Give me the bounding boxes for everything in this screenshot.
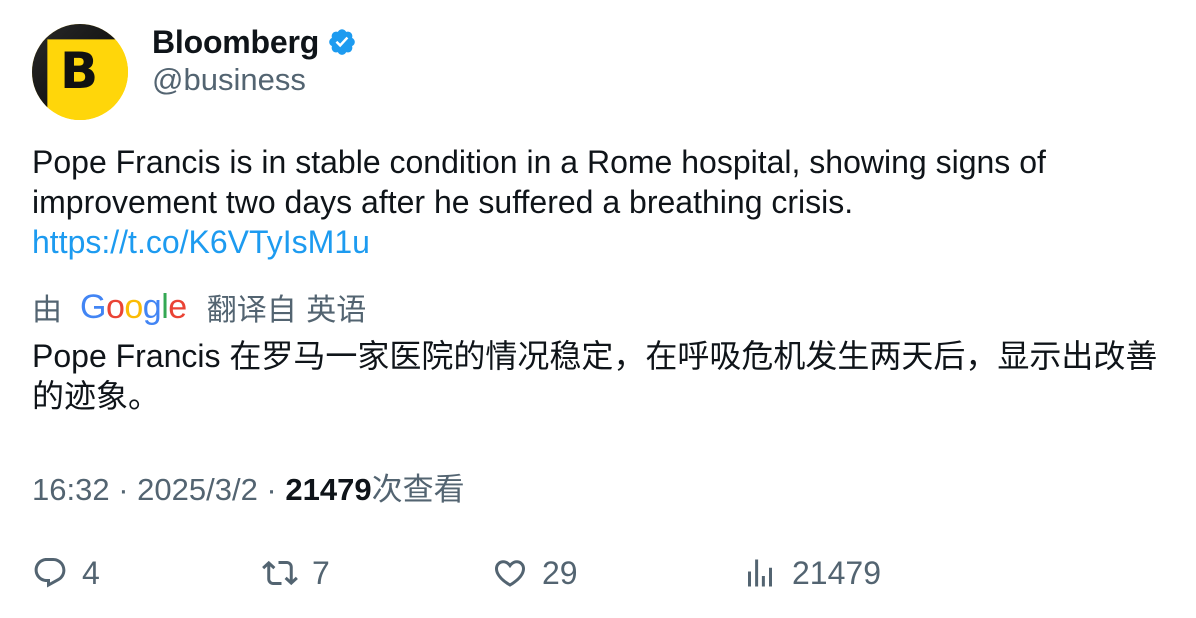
action-bar: 4 7 29 21479 xyxy=(0,548,1196,598)
tweet-date[interactable]: 2025/3/2 xyxy=(137,472,258,507)
translated-text-line: Pope Francis 在罗马一家医院的情况稳定，在呼吸危机发生两天后，显示出… xyxy=(32,338,1158,374)
reply-icon xyxy=(34,558,66,588)
retweet-icon xyxy=(262,560,298,586)
views-label: 次查看 xyxy=(371,472,465,507)
tweet-card: B Bloomberg @business Pope Francis is in… xyxy=(0,0,1196,618)
tweet-text-line: improvement two days after he suffered a… xyxy=(32,184,854,220)
retweet-count: 7 xyxy=(312,554,330,591)
author-name-row: Bloomberg xyxy=(152,22,357,62)
views-count: 21479 xyxy=(285,472,372,507)
meta-separator: · xyxy=(109,472,138,507)
tweet-text-line: Pope Francis is in stable condition in a… xyxy=(32,144,1046,180)
reply-button[interactable]: 4 xyxy=(32,548,100,598)
views-chart-icon xyxy=(748,559,772,587)
tweet-text: Pope Francis is in stable condition in a… xyxy=(32,142,1172,262)
author-handle[interactable]: @business xyxy=(152,62,306,98)
tweet-meta: 16:32 · 2025/3/2 · 21479次查看 xyxy=(32,464,465,509)
reply-count: 4 xyxy=(82,554,100,591)
meta-separator: · xyxy=(257,472,286,507)
author-display-name[interactable]: Bloomberg xyxy=(152,24,319,61)
like-count: 29 xyxy=(542,554,578,591)
tweet-link[interactable]: https://t.co/K6VTyIsM1u xyxy=(32,222,1172,262)
tweet-time[interactable]: 16:32 xyxy=(32,472,110,507)
translated-text: Pope Francis 在罗马一家医院的情况稳定，在呼吸危机发生两天后，显示出… xyxy=(32,336,1172,416)
verified-badge-icon[interactable] xyxy=(327,27,357,57)
translation-attribution: 由 Google 翻译自 英语 xyxy=(32,287,367,329)
translation-prefix: 由 xyxy=(32,293,62,328)
translated-text-line: 的迹象。 xyxy=(32,378,161,414)
like-button[interactable]: 29 xyxy=(492,548,578,598)
google-logo: Google xyxy=(80,287,187,326)
translation-suffix: 翻译自 英语 xyxy=(206,293,367,328)
avatar-letter: B xyxy=(60,42,99,100)
avatar[interactable]: B xyxy=(32,24,128,120)
views-button[interactable]: 21479 xyxy=(742,548,881,598)
views-action-count: 21479 xyxy=(792,554,881,591)
heart-icon xyxy=(494,560,526,587)
retweet-button[interactable]: 7 xyxy=(262,548,330,598)
